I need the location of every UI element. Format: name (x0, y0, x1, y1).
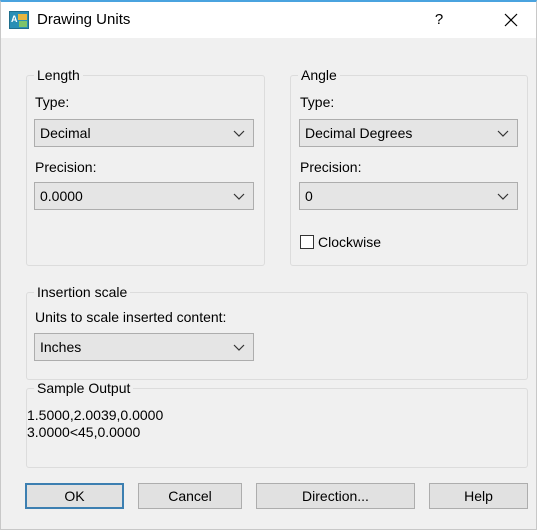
clockwise-label[interactable]: Clockwise (318, 234, 381, 250)
help-button[interactable]: Help (429, 483, 528, 509)
insertion-units-select[interactable]: Inches (34, 333, 254, 361)
insertion-units-label: Units to scale inserted content: (35, 309, 227, 325)
length-type-value: Decimal (40, 125, 91, 141)
cancel-button[interactable]: Cancel (138, 483, 242, 509)
length-type-label: Type: (35, 94, 70, 110)
chevron-down-icon (497, 130, 509, 137)
angle-precision-value: 0 (305, 188, 313, 204)
length-precision-label: Precision: (35, 159, 97, 175)
angle-precision-label: Precision: (300, 159, 362, 175)
direction-button[interactable]: Direction... (256, 483, 415, 509)
sample-output-line-1: 1.5000,2.0039,0.0000 (27, 407, 164, 423)
angle-type-label: Type: (300, 94, 335, 110)
close-icon[interactable] (491, 5, 531, 35)
chevron-down-icon (497, 193, 509, 200)
length-type-select[interactable]: Decimal (34, 119, 254, 147)
help-title-button[interactable]: ? (421, 5, 457, 35)
title-bar[interactable]: A Drawing Units ? (1, 2, 536, 38)
angle-group-label: Angle (298, 67, 340, 83)
dialog-title: Drawing Units (37, 11, 131, 28)
autocad-units-icon: A (9, 11, 29, 29)
length-group-label: Length (34, 67, 83, 83)
angle-type-select[interactable]: Decimal Degrees (299, 119, 518, 147)
angle-precision-select[interactable]: 0 (299, 182, 518, 210)
length-precision-select[interactable]: 0.0000 (34, 182, 254, 210)
chevron-down-icon (233, 344, 245, 351)
clockwise-checkbox[interactable] (300, 235, 314, 249)
chevron-down-icon (233, 130, 245, 137)
ok-button[interactable]: OK (25, 483, 124, 509)
insertion-units-value: Inches (40, 339, 82, 355)
insertion-scale-group-label: Insertion scale (34, 284, 131, 300)
chevron-down-icon (233, 193, 245, 200)
angle-type-value: Decimal Degrees (305, 125, 413, 141)
length-precision-value: 0.0000 (40, 188, 83, 204)
drawing-units-dialog: A Drawing Units ? Length Type: Decimal P… (0, 0, 537, 530)
sample-output-line-2: 3.0000<45,0.0000 (27, 424, 141, 440)
sample-output-group-label: Sample Output (34, 380, 134, 396)
svg-text:A: A (11, 14, 18, 24)
